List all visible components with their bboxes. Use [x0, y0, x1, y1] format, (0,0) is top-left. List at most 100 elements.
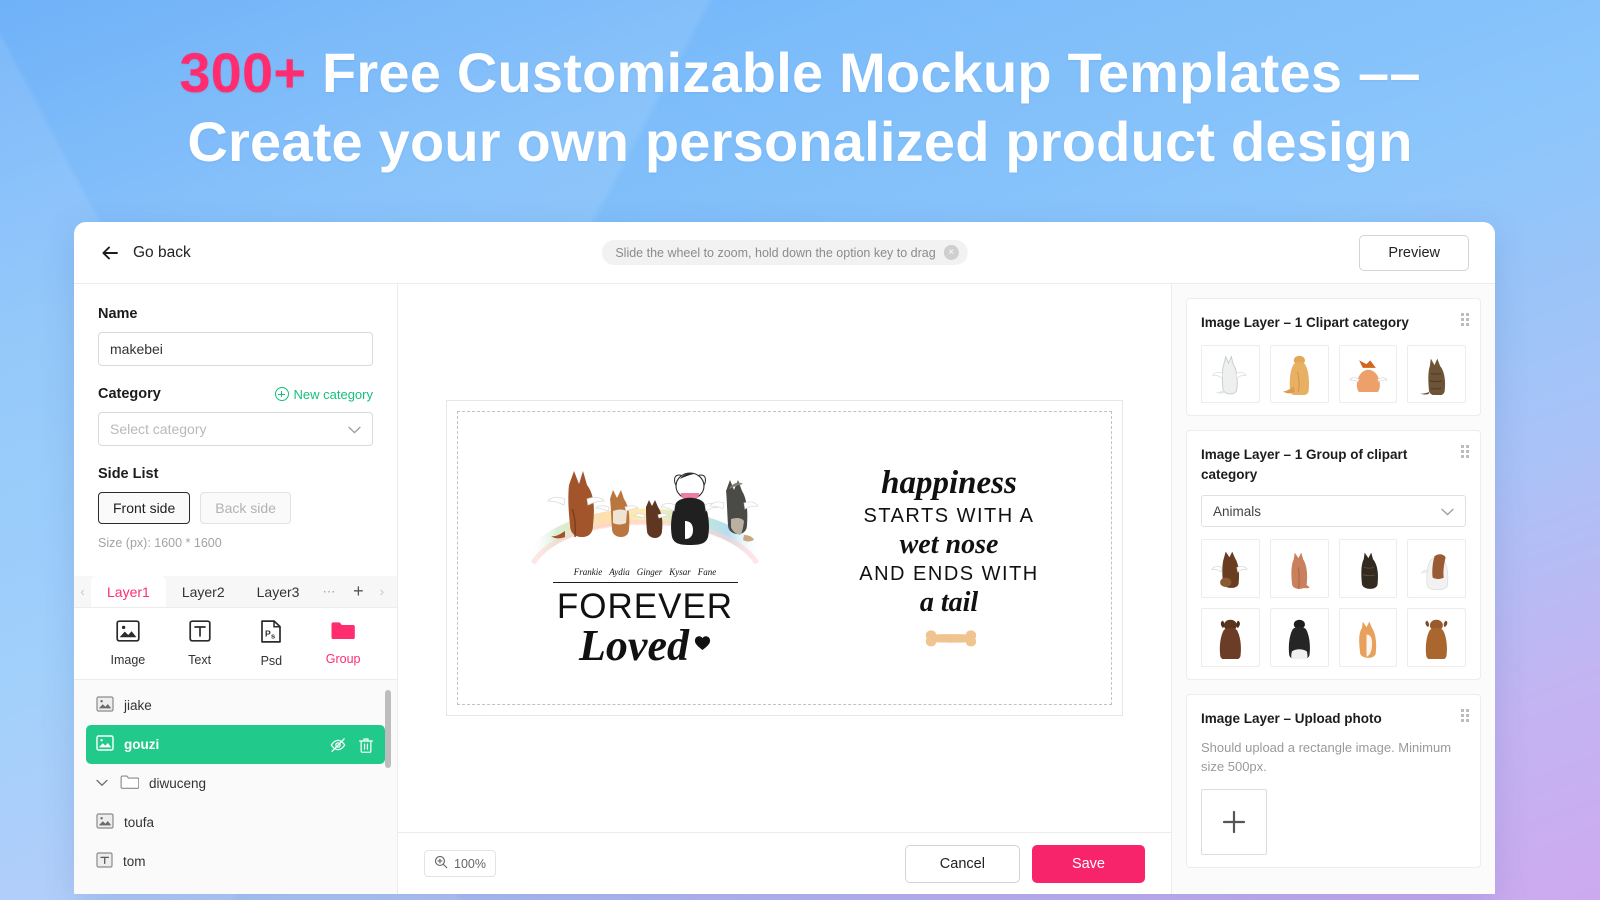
add-tab-button[interactable]: +	[343, 576, 373, 607]
promo-banner: 300+ Free Customizable Mockup Templates …	[0, 0, 1600, 177]
pet-name: Ginger	[636, 567, 663, 578]
clipart-group-card: Image Layer – 1 Group of clipart categor…	[1186, 430, 1481, 680]
tab-scroll-next[interactable]: ›	[373, 576, 391, 607]
chevron-down-icon	[1441, 504, 1454, 519]
clipart-thumb[interactable]	[1201, 539, 1260, 599]
pet-name: Fane	[697, 567, 717, 578]
editor-header: Go back Slide the wheel to zoom, hold do…	[74, 222, 1495, 284]
cancel-button[interactable]: Cancel	[904, 844, 1020, 883]
pet-name: Aydia	[609, 567, 630, 578]
pet-name-row: Frankie Aydia Ginger Kysar Fane	[574, 567, 717, 577]
go-back-button[interactable]: Go back	[100, 243, 191, 263]
name-input[interactable]	[98, 332, 373, 366]
close-icon[interactable]: ×	[943, 245, 959, 260]
name-label: Name	[98, 306, 138, 322]
add-psd-label: Psd	[260, 654, 283, 668]
heart-icon	[694, 635, 711, 656]
dark-tabby-cat-clipart	[1360, 553, 1378, 590]
editor-window: Go back Slide the wheel to zoom, hold do…	[74, 222, 1495, 894]
save-button[interactable]: Save	[1031, 844, 1145, 883]
plus-icon	[1222, 810, 1246, 833]
black-white-dog-clipart	[1288, 619, 1310, 659]
canvas-stage[interactable]: Frankie Aydia Ginger Kysar Fane FOREVER …	[398, 284, 1171, 832]
eye-off-icon[interactable]	[329, 736, 347, 754]
banner-line2: Create your own personalized product des…	[187, 110, 1413, 174]
editor-body: Name Category New category Select catego…	[74, 284, 1495, 894]
add-group-button[interactable]: Group	[314, 620, 372, 666]
back-side-button[interactable]: Back side	[200, 492, 291, 524]
orange-fox-clipart	[1348, 359, 1388, 392]
clipart-thumb[interactable]	[1338, 608, 1398, 667]
add-psd-button[interactable]: Ps Psd	[242, 620, 300, 668]
new-category-label: New category	[293, 386, 373, 402]
zoom-hint-text: Slide the wheel to zoom, hold down the o…	[615, 245, 936, 260]
art-loved-text: Loved	[579, 621, 689, 671]
clipart-thumb[interactable]	[1269, 344, 1329, 404]
layer-name: tom	[123, 854, 146, 869]
clipart-thumb[interactable]	[1269, 608, 1329, 667]
add-image-button[interactable]: Image	[99, 620, 157, 667]
tab-overflow-button[interactable]: ⋯	[315, 576, 343, 607]
delete-icon[interactable]	[357, 736, 375, 754]
chocolate-lab-clipart	[1219, 619, 1241, 659]
layer-list-scrollbar[interactable]	[385, 690, 391, 768]
chevron-down-icon[interactable]	[96, 778, 110, 790]
boxer-dog-clipart	[1425, 619, 1448, 659]
tab-layer1[interactable]: Layer1	[91, 576, 166, 607]
art-divider-rule	[552, 582, 738, 584]
upload-photo-button[interactable]	[1201, 788, 1267, 855]
layer-tab-bar: ‹ Layer1 Layer2 Layer3 ⋯ + ›	[74, 576, 397, 608]
golden-dog-clipart	[1282, 355, 1309, 396]
tan-dog-clipart	[1291, 553, 1310, 590]
layer-name: toufa	[124, 815, 155, 830]
clipart-thumb[interactable]	[1338, 539, 1398, 599]
side-list-label: Side List	[98, 466, 159, 482]
layer-name: gouzi	[124, 737, 160, 752]
clipart-thumb[interactable]	[1338, 344, 1398, 404]
clipart-thumb[interactable]	[1201, 344, 1260, 404]
layer-row[interactable]: tom	[86, 842, 385, 881]
bottom-actions: Cancel Save	[904, 844, 1145, 883]
art-safe-area: Frankie Aydia Ginger Kysar Fane FOREVER …	[457, 411, 1112, 705]
layer-name: diwuceng	[149, 776, 207, 791]
clipart-thumb[interactable]	[1407, 344, 1466, 404]
clipart-thumb[interactable]	[1269, 539, 1329, 599]
plus-circle-icon	[274, 387, 289, 401]
tab-layer2[interactable]: Layer2	[165, 576, 241, 607]
tab-scroll-prev[interactable]: ‹	[74, 576, 91, 607]
layer-list: jiake gouzi diwuceng toufa tom	[74, 680, 397, 894]
artwork-happiness-quote: happiness STARTS WITH A wet nose AND END…	[847, 467, 1052, 649]
category-select[interactable]: Select category	[98, 412, 373, 446]
clipart-group-thumb-grid	[1201, 539, 1466, 667]
image-icon	[116, 620, 140, 647]
art-board[interactable]: Frankie Aydia Ginger Kysar Fane FOREVER …	[446, 400, 1123, 716]
layer-row[interactable]: jiake	[86, 686, 385, 725]
layer-list-scroll: jiake gouzi diwuceng toufa tom	[74, 680, 397, 881]
left-panel: Name Category New category Select catego…	[74, 284, 398, 894]
zoom-in-icon	[434, 855, 448, 872]
canvas-area: Frankie Aydia Ginger Kysar Fane FOREVER …	[398, 284, 1171, 894]
zoom-level-control[interactable]: 100%	[424, 850, 496, 877]
layer-row[interactable]: gouzi	[86, 725, 385, 764]
drag-handle-icon[interactable]	[1461, 708, 1469, 722]
white-cat-clipart	[1212, 354, 1247, 394]
new-category-button[interactable]: New category	[274, 386, 373, 402]
preview-button[interactable]: Preview	[1359, 234, 1469, 271]
layer-name: jiake	[124, 698, 152, 713]
clipart-thumb[interactable]	[1407, 608, 1466, 667]
canvas-bottom-bar: 100% Cancel Save	[398, 832, 1171, 894]
drag-handle-icon[interactable]	[1461, 313, 1469, 326]
add-text-button[interactable]: Text	[171, 620, 229, 667]
clipart-thumb[interactable]	[1201, 608, 1260, 667]
tab-layer3[interactable]: Layer3	[240, 576, 316, 607]
front-side-button[interactable]: Front side	[98, 492, 191, 524]
clipart-group-select[interactable]: Animals	[1201, 495, 1466, 528]
drag-handle-icon[interactable]	[1461, 445, 1469, 459]
clipart-thumb[interactable]	[1407, 539, 1466, 599]
image-icon	[96, 813, 114, 832]
quote-line-4: AND ENDS WITH	[859, 563, 1039, 585]
layer-row[interactable]: toufa	[86, 803, 385, 842]
dog-bone-icon	[925, 630, 976, 647]
folder-icon	[120, 774, 140, 793]
layer-row[interactable]: diwuceng	[86, 764, 385, 803]
